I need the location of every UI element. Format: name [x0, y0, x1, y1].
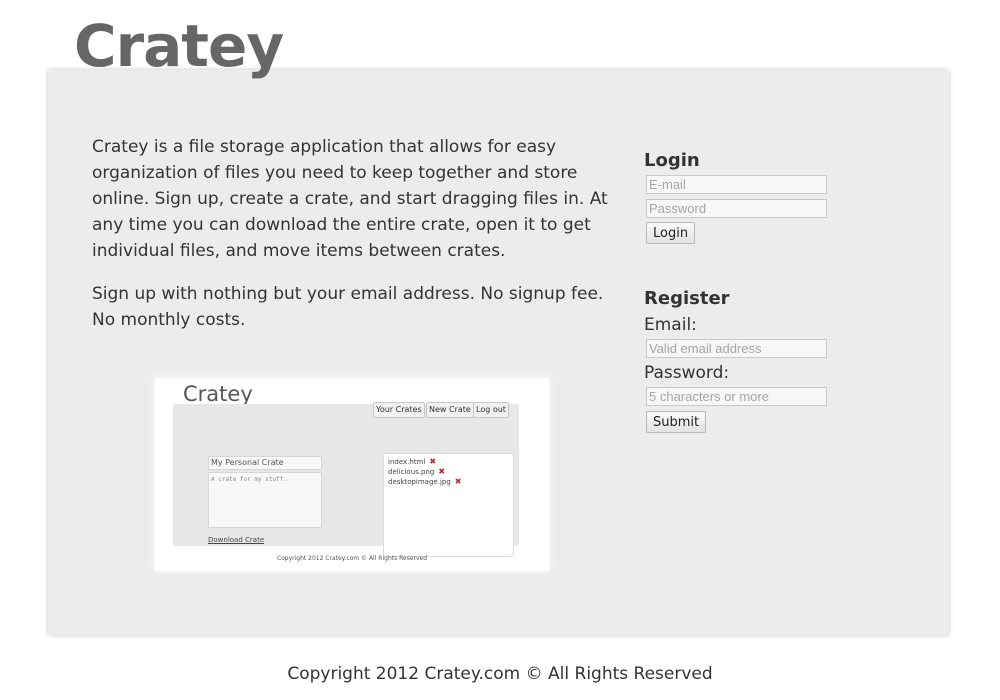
preview-nav-your-crates: Your Crates	[373, 402, 425, 418]
login-heading: Login	[644, 150, 700, 171]
preview-file-item: desktopimage.jpg ✖	[384, 477, 513, 487]
preview-crate-description: A crate for my stuff.	[208, 472, 322, 528]
preview-nav-new-crate: New Crate	[426, 402, 474, 418]
delete-icon: ✖	[438, 467, 446, 476]
delete-icon: ✖	[429, 457, 437, 466]
preview-file-item: delicious.png ✖	[384, 467, 513, 477]
app-preview-image: Cratey My Personal Crate A crate for my …	[155, 378, 549, 571]
preview-nav-log-out: Log out	[473, 402, 509, 418]
site-title: Cratey	[74, 12, 284, 80]
preview-download-link: Download Crate	[208, 536, 265, 544]
register-email-input[interactable]	[646, 339, 827, 358]
preview-crate-name: My Personal Crate	[208, 456, 322, 470]
intro-paragraph-2: Sign up with nothing but your email addr…	[92, 284, 604, 330]
register-password-input[interactable]	[646, 387, 827, 406]
preview-file-item: index.html ✖	[384, 457, 513, 467]
preview-file-name: delicious.png	[388, 468, 435, 476]
register-password-label: Password:	[644, 363, 730, 383]
submit-button[interactable]: Submit	[646, 411, 707, 433]
delete-icon: ✖	[454, 477, 462, 486]
login-password-input[interactable]	[646, 199, 827, 218]
preview-title: Cratey	[183, 382, 253, 406]
intro-text: Cratey is a file storage application tha…	[92, 134, 612, 350]
auth-forms: Login Login Register Email: Password: Su…	[644, 150, 844, 433]
preview-file-list: index.html ✖ delicious.png ✖ desktopimage.…	[383, 453, 514, 557]
footer-copyright: Copyright 2012 Cratey.com © All Rights R…	[287, 664, 713, 684]
register-email-label: Email:	[644, 315, 697, 335]
login-button[interactable]: Login	[646, 222, 696, 244]
login-email-input[interactable]	[646, 175, 827, 194]
preview-panel: My Personal Crate A crate for my stuff. …	[173, 404, 519, 557]
preview-copyright: Copyright 2012 Cratey.com © All Rights R…	[276, 555, 428, 562]
intro-paragraph-1: Cratey is a file storage application tha…	[92, 137, 608, 261]
preview-file-name: index.html	[388, 458, 426, 466]
register-heading: Register	[644, 288, 730, 309]
preview-file-name: desktopimage.jpg	[388, 478, 451, 486]
